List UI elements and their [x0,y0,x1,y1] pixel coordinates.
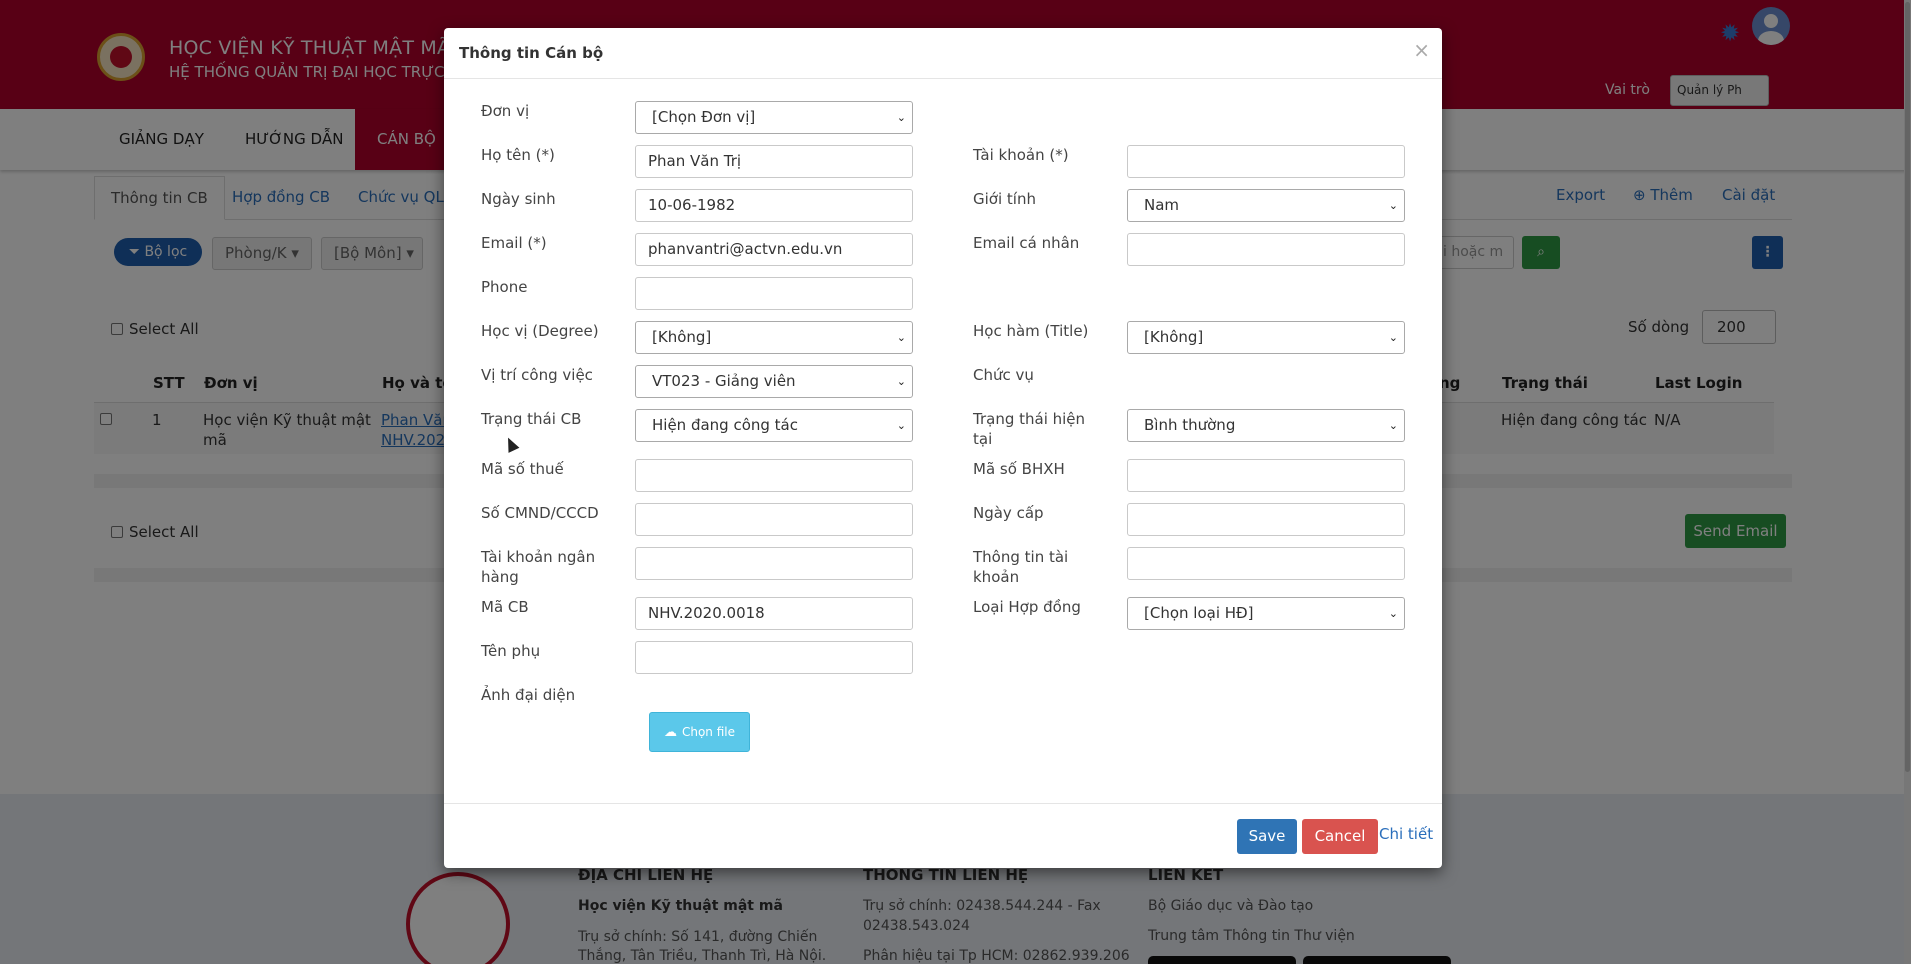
label-chuc-vu: Chức vụ [973,366,1034,384]
label-tk-ngan-hang: Tài khoản ngân hàng [481,547,595,587]
modal-footer-divider [444,803,1442,804]
label-ma-cb: Mã CB [481,598,529,616]
input-phone[interactable] [635,277,913,310]
chevron-down-icon: ⌄ [1388,607,1398,620]
chevron-down-icon: ⌄ [896,331,906,344]
label-tk-ngan-hang-line2: hàng [481,568,519,586]
label-phone: Phone [481,278,528,296]
select-vi-tri[interactable]: VT023 - Giảng viên ⌄ [635,365,913,398]
label-anh-dai-dien: Ảnh đại diện [481,686,576,704]
input-bhxh[interactable] [1127,459,1405,492]
label-ngay-cap: Ngày cấp [973,504,1044,522]
input-ten-phu[interactable] [635,641,913,674]
cloud-upload-icon: ☁ [663,725,677,740]
modal-title: Thông tin Cán bộ [459,44,604,62]
label-trang-thai-hien-tai-line1: Trạng thái hiện [973,410,1086,428]
label-thong-tin-tk-line2: khoản [973,568,1020,586]
detail-link[interactable]: Chi tiết [1379,825,1433,843]
label-vi-tri: Vị trí công việc [481,366,593,384]
staff-info-modal: Thông tin Cán bộ × Đơn vị [Chọn Đơn vị] ⌄… [444,28,1442,868]
cancel-button[interactable]: Cancel [1302,819,1378,854]
label-ngay-sinh: Ngày sinh [481,190,556,208]
label-email: Email (*) [481,234,547,252]
select-hoc-ham-value: [Không] [1144,328,1204,346]
label-thong-tin-tk: Thông tin tài khoản [973,547,1068,587]
label-hoc-vi: Học vị (Degree) [481,322,599,340]
chevron-down-icon: ⌄ [896,375,906,388]
input-ho-ten[interactable]: Phan Văn Trị [635,145,913,178]
label-email-ca-nhan: Email cá nhân [973,234,1080,252]
select-trang-thai-cb[interactable]: Hiện đang công tác ⌄ [635,409,913,442]
select-trang-thai-hien-tai-value: Bình thường [1144,416,1236,434]
chevron-down-icon: ⌄ [1388,419,1398,432]
label-ma-so-thue: Mã số thuế [481,460,564,478]
chevron-down-icon: ⌄ [1388,199,1398,212]
input-ma-cb[interactable]: NHV.2020.0018 [635,597,913,630]
select-trang-thai-hien-tai[interactable]: Bình thường ⌄ [1127,409,1405,442]
label-ten-phu: Tên phụ [481,642,541,660]
chevron-down-icon: ⌄ [896,111,906,124]
label-thong-tin-tk-line1: Thông tin tài [973,548,1069,566]
label-bhxh: Mã số BHXH [973,460,1065,478]
input-ngay-cap[interactable] [1127,503,1405,536]
label-ho-ten: Họ tên (*) [481,146,555,164]
label-loai-hop-dong: Loại Hợp đồng [973,598,1081,616]
label-trang-thai-hien-tai: Trạng thái hiện tại [973,409,1085,449]
choose-file-label: Chọn file [681,725,736,739]
input-email[interactable]: phanvantri@actvn.edu.vn [635,233,913,266]
input-ma-so-thue[interactable] [635,459,913,492]
chevron-down-icon: ⌄ [896,419,906,432]
select-hoc-ham[interactable]: [Không] ⌄ [1127,321,1405,354]
select-loai-hop-dong-value: [Chọn loại HĐ] [1144,604,1254,622]
modal-header: Thông tin Cán bộ × [444,28,1442,79]
input-email-ca-nhan[interactable] [1127,233,1405,266]
select-don-vi[interactable]: [Chọn Đơn vị] ⌄ [635,101,913,134]
label-tk-ngan-hang-line1: Tài khoản ngân [481,548,596,566]
select-hoc-vi-value: [Không] [652,328,712,346]
label-don-vi: Đơn vị [481,102,530,120]
select-don-vi-value: [Chọn Đơn vị] [652,108,756,126]
select-gioi-tinh[interactable]: Nam ⌄ [1127,189,1405,222]
label-trang-thai-hien-tai-line2: tại [973,430,993,448]
label-gioi-tinh: Giới tính [973,190,1036,208]
select-loai-hop-dong[interactable]: [Chọn loại HĐ] ⌄ [1127,597,1405,630]
input-tk-ngan-hang[interactable] [635,547,913,580]
select-vi-tri-value: VT023 - Giảng viên [652,372,796,390]
label-trang-thai-cb: Trạng thái CB [481,410,582,428]
select-hoc-vi[interactable]: [Không] ⌄ [635,321,913,354]
label-tai-khoan: Tài khoản (*) [973,146,1069,164]
close-icon[interactable]: × [1413,40,1430,60]
input-ngay-sinh[interactable]: 10-06-1982 [635,189,913,222]
save-button[interactable]: Save [1237,819,1297,854]
label-cmnd: Số CMND/CCCD [481,504,599,522]
select-gioi-tinh-value: Nam [1144,196,1180,214]
choose-file-button[interactable]: ☁ Chọn file [649,712,750,752]
select-trang-thai-cb-value: Hiện đang công tác [652,416,799,434]
input-cmnd[interactable] [635,503,913,536]
input-thong-tin-tk[interactable] [1127,547,1405,580]
input-tai-khoan[interactable] [1127,145,1405,178]
chevron-down-icon: ⌄ [1388,331,1398,344]
label-hoc-ham: Học hàm (Title) [973,322,1089,340]
